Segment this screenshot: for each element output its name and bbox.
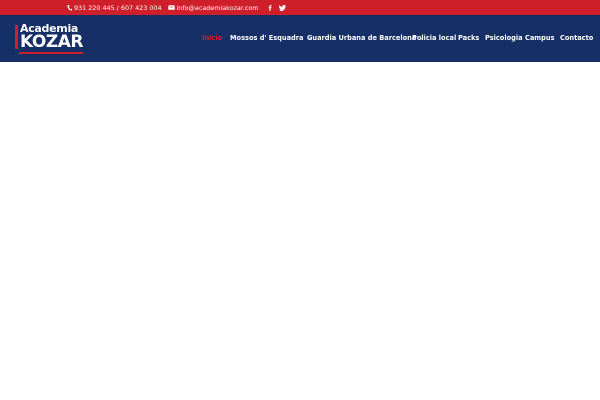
email-contact[interactable]: info@academiakozar.com [167, 3, 259, 12]
facebook-icon[interactable] [268, 4, 272, 11]
nav-item-mossos[interactable]: Mossos d' Esquadra ⌄ [230, 34, 311, 42]
nav-item-contacto[interactable]: Contacto [560, 34, 593, 42]
phone-icon [67, 4, 72, 11]
email-address: info@academiakozar.com [176, 3, 259, 12]
nav-label: Inicio [202, 34, 223, 42]
nav-item-policia-local[interactable]: Policia local [412, 34, 456, 42]
site-header: Academia KOZAR Inicio Mossos d' Esquadra… [0, 15, 600, 62]
nav-label: Policia local [412, 34, 457, 42]
nav-item-packs[interactable]: Packs [458, 34, 479, 42]
envelope-icon [167, 5, 175, 10]
twitter-icon[interactable] [278, 4, 286, 11]
main-nav: Inicio Mossos d' Esquadra ⌄ Guardia Urba… [0, 15, 600, 62]
nav-label: Packs [458, 34, 480, 42]
phone-number: 931 220 445 / 607 423 004 [74, 3, 162, 12]
nav-label: Guardia Urbana de Barcelona [307, 34, 417, 42]
page-content-area [0, 62, 600, 400]
top-bar: 931 220 445 / 607 423 004 info@academiak… [0, 0, 600, 15]
nav-item-psicologia[interactable]: Psicologia [485, 34, 523, 42]
nav-item-guardia-urbana[interactable]: Guardia Urbana de Barcelona ⌄ [307, 34, 424, 42]
phone-contact[interactable]: 931 220 445 / 607 423 004 [67, 4, 162, 12]
nav-item-campus[interactable]: Campus [525, 34, 555, 42]
nav-label: Campus [525, 34, 555, 42]
nav-item-inicio[interactable]: Inicio [202, 34, 222, 42]
nav-label: Mossos d' Esquadra [230, 34, 304, 42]
nav-label: Contacto [560, 34, 594, 42]
nav-label: Psicologia [485, 34, 523, 42]
